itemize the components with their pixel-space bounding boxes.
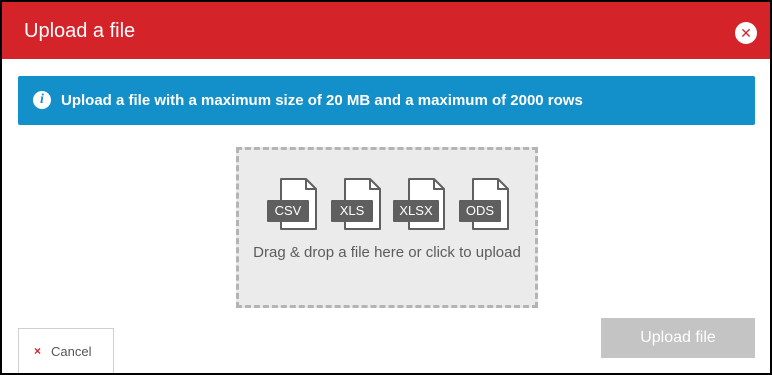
- upload-dialog: Upload a file ✕ i Upload a file with a m…: [0, 0, 772, 375]
- info-banner: i Upload a file with a maximum size of 2…: [18, 76, 755, 125]
- info-icon: i: [33, 91, 51, 109]
- cancel-label: Cancel: [51, 344, 92, 359]
- file-type-label: ODS: [459, 200, 501, 222]
- dropzone-instructions: Drag & drop a file here or click to uplo…: [253, 244, 521, 261]
- file-type-label: CSV: [267, 200, 309, 222]
- dialog-title: Upload a file: [24, 20, 136, 42]
- info-banner-text: Upload a file with a maximum size of 20 …: [61, 92, 583, 109]
- xls-file-icon: XLS: [331, 178, 381, 230]
- file-dropzone[interactable]: CSV XLS XLSX ODS Drag & drop a file here…: [236, 147, 538, 308]
- close-button[interactable]: ✕: [735, 22, 757, 44]
- dialog-header: Upload a file ✕: [2, 2, 770, 59]
- file-type-label: XLSX: [393, 200, 439, 222]
- upload-file-button[interactable]: Upload file: [601, 318, 755, 358]
- file-type-label: XLS: [331, 200, 373, 222]
- x-icon: ×: [34, 344, 42, 358]
- close-icon: ✕: [740, 25, 752, 41]
- ods-file-icon: ODS: [459, 178, 509, 230]
- csv-file-icon: CSV: [267, 178, 317, 230]
- cancel-button[interactable]: × Cancel: [18, 328, 114, 373]
- xlsx-file-icon: XLSX: [393, 178, 445, 230]
